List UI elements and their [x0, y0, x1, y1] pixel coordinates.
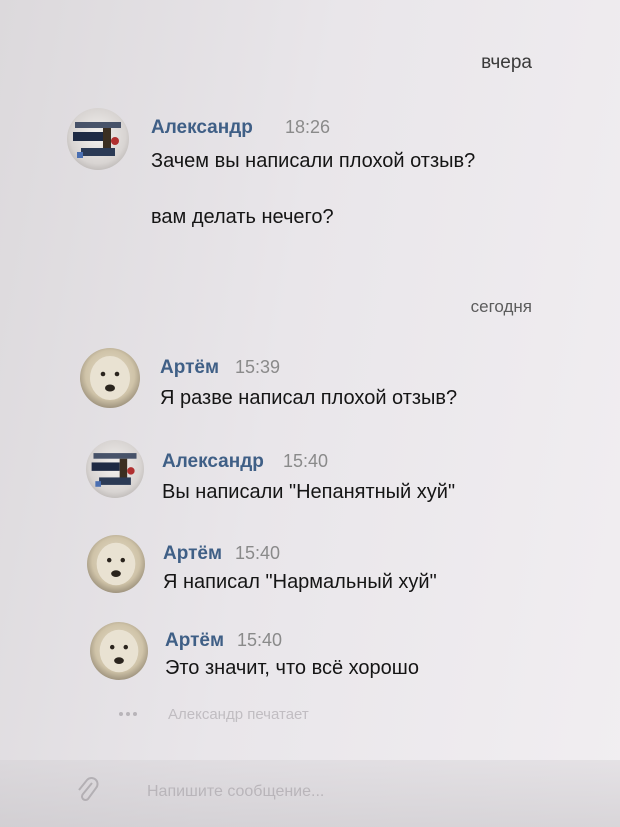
message-author[interactable]: Артём: [165, 630, 224, 652]
message-time: 15:40: [237, 630, 283, 650]
message-text: вам делать нечего?: [151, 206, 334, 228]
typing-indicator: Александр печатает: [168, 706, 309, 723]
dog-avatar-icon[interactable]: [90, 622, 148, 680]
message-author[interactable]: Артём: [160, 357, 219, 379]
game-avatar-icon[interactable]: [86, 440, 144, 498]
message-time: 15:40: [235, 543, 281, 563]
typing-dots-icon: [119, 712, 137, 716]
message-author[interactable]: Артём: [163, 543, 222, 565]
date-separator-today: сегодня: [470, 297, 532, 316]
date-separator-yesterday: вчера: [481, 52, 532, 73]
message-text: Это значит, что всё хорошо: [165, 657, 419, 679]
game-avatar-icon[interactable]: [67, 108, 129, 170]
message-time: 15:39: [235, 357, 281, 377]
message-text: Вы написали "Непанятный хуй": [162, 481, 456, 503]
message-input[interactable]: [145, 782, 499, 802]
message-author[interactable]: Александр: [151, 117, 253, 139]
message-time: 18:26: [285, 117, 331, 137]
message-text: Я разве написал плохой отзыв?: [160, 387, 458, 409]
paperclip-icon[interactable]: [74, 775, 100, 805]
chat-screen: вчера Александр 18:26 Зачем вы написали …: [0, 0, 620, 827]
message-text: Я написал "Нармальный хуй": [163, 571, 437, 593]
message-text: Зачем вы написали плохой отзыв?: [151, 150, 476, 172]
dog-avatar-icon[interactable]: [80, 348, 140, 408]
message-time: 15:40: [283, 451, 329, 471]
message-author[interactable]: Александр: [162, 451, 264, 473]
dog-avatar-icon[interactable]: [87, 535, 145, 593]
